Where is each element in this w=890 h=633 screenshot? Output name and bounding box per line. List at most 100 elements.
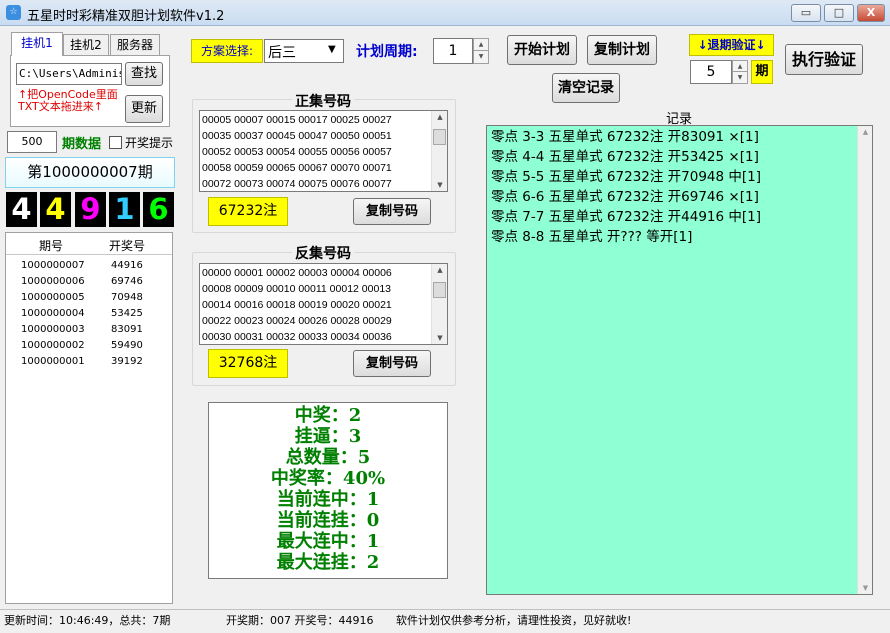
status-bar: 更新时间：10:46:49，总共：7期 开奖期：007 开奖号：44916 软件… bbox=[0, 609, 890, 633]
close-button[interactable]: X bbox=[857, 4, 885, 22]
record-line: 零点 6-6 五星单式 67232注 开69746 ×[1] bbox=[491, 189, 759, 205]
stat-current-win-streak: 当前连中：1 bbox=[276, 489, 380, 510]
list-item: 00035 00037 00045 00047 00050 00051 bbox=[202, 130, 392, 142]
scroll-down-icon[interactable]: ▼ bbox=[432, 181, 447, 189]
table-row[interactable]: 1000000002 59490 bbox=[6, 338, 172, 354]
scroll-up-icon[interactable]: ▲ bbox=[432, 113, 447, 121]
scrollbar[interactable]: ▲ ▼ bbox=[431, 264, 447, 344]
scroll-down-icon[interactable]: ▼ bbox=[432, 334, 447, 342]
maximize-button[interactable]: □ bbox=[824, 4, 854, 22]
scheme-selected: 后三 bbox=[268, 45, 296, 61]
list-item: 00000 00001 00002 00003 00004 00006 bbox=[202, 267, 392, 279]
positive-count: 67232注 bbox=[208, 197, 288, 226]
scroll-thumb[interactable] bbox=[433, 129, 446, 145]
record-line: 零点 8-8 五星单式 开??? 等开[1] bbox=[491, 229, 693, 245]
record-line: 零点 3-3 五星单式 67232注 开83091 ×[1] bbox=[491, 129, 759, 145]
stat-losses: 挂逼：3 bbox=[294, 426, 362, 447]
draw-digit-3: 9 bbox=[75, 192, 106, 227]
negative-number-list[interactable]: 00000 00001 00002 00003 00004 00006 0000… bbox=[199, 263, 448, 345]
draw-digit-1: 4 bbox=[6, 192, 37, 227]
scrollbar[interactable]: ▲ ▼ bbox=[431, 111, 447, 191]
tab-hangup-2[interactable]: 挂机2 bbox=[63, 34, 109, 55]
draw-digit-2: 4 bbox=[40, 192, 71, 227]
prize-hint-checkbox[interactable] bbox=[109, 136, 122, 149]
scheme-label: 方案选择: bbox=[191, 39, 263, 63]
backtest-stepper[interactable]: ▲ ▼ bbox=[732, 60, 748, 84]
stepper-up-icon[interactable]: ▲ bbox=[474, 39, 488, 51]
copy-negative-button[interactable]: 复制号码 bbox=[353, 350, 431, 377]
update-button[interactable]: 更新 bbox=[125, 95, 163, 123]
backtest-unit: 期 bbox=[751, 60, 773, 84]
stats-panel: 中奖：2 挂逼：3 总数量：5 中奖率：40% 当前连中：1 当前连挂：0 最大… bbox=[208, 402, 448, 579]
current-issue: 第1000000007期 bbox=[5, 157, 175, 188]
status-draw-info: 开奖期：007 开奖号：44916 bbox=[226, 614, 374, 627]
copy-positive-button[interactable]: 复制号码 bbox=[353, 198, 431, 225]
draw-digit-5: 6 bbox=[143, 192, 174, 227]
plan-period-input[interactable]: 1 bbox=[433, 38, 473, 64]
record-line: 零点 4-4 五星单式 67232注 开53425 ×[1] bbox=[491, 149, 759, 165]
status-disclaimer: 软件计划仅供参考分析，请理性投资，见好就收! bbox=[396, 614, 632, 627]
list-item: 00022 00023 00024 00026 00028 00029 bbox=[202, 315, 392, 327]
plan-period-label: 计划周期: bbox=[356, 44, 418, 60]
table-row[interactable]: 1000000007 44916 bbox=[6, 258, 172, 274]
stat-current-loss-streak: 当前连挂：0 bbox=[276, 510, 380, 531]
list-item: 00030 00031 00032 00033 00034 00036 bbox=[202, 331, 392, 343]
app-star-icon: ☆ bbox=[6, 5, 21, 20]
table-row[interactable]: 1000000006 69746 bbox=[6, 274, 172, 290]
tab-hangup-1[interactable]: 挂机1 bbox=[11, 32, 63, 56]
scroll-down-icon[interactable]: ▼ bbox=[858, 584, 873, 592]
col-issue-header[interactable]: 期号 bbox=[39, 237, 63, 254]
stepper-up-icon[interactable]: ▲ bbox=[733, 61, 747, 72]
history-table: 期号 开奖号 1000000007 44916 1000000006 69746 1… bbox=[5, 232, 173, 604]
scroll-thumb[interactable] bbox=[433, 282, 446, 298]
period-count-input[interactable]: 500 bbox=[7, 131, 57, 153]
positive-number-list[interactable]: 00005 00007 00015 00017 00025 00027 0003… bbox=[199, 110, 448, 192]
scroll-up-icon[interactable]: ▲ bbox=[858, 128, 873, 136]
plan-period-stepper[interactable]: ▲ ▼ bbox=[473, 38, 489, 64]
stepper-down-icon[interactable]: ▼ bbox=[474, 51, 488, 63]
copy-plan-button[interactable]: 复制计划 bbox=[587, 35, 657, 65]
minimize-button[interactable]: ▭ bbox=[791, 4, 821, 22]
drag-hint-line2: TXT文本拖进来↑ bbox=[18, 100, 103, 113]
history-header: 期号 开奖号 bbox=[6, 233, 172, 255]
scroll-up-icon[interactable]: ▲ bbox=[432, 266, 447, 274]
stat-total: 总数量：5 bbox=[285, 447, 371, 468]
scheme-select[interactable]: 后三 ▼ bbox=[264, 39, 344, 63]
negative-count: 32768注 bbox=[208, 349, 288, 378]
table-row[interactable]: 1000000004 53425 bbox=[6, 306, 172, 322]
clear-record-button[interactable]: 清空记录 bbox=[552, 73, 620, 103]
file-path-input[interactable]: C:\Users\Administ bbox=[16, 63, 122, 85]
stat-wins: 中奖：2 bbox=[294, 405, 362, 426]
list-item: 00072 00073 00074 00075 00076 00077 bbox=[202, 178, 392, 190]
record-panel[interactable]: 零点 3-3 五星单式 67232注 开83091 ×[1] 零点 4-4 五星… bbox=[486, 125, 873, 595]
table-row[interactable]: 1000000003 83091 bbox=[6, 322, 172, 338]
stepper-down-icon[interactable]: ▼ bbox=[733, 72, 747, 83]
backtest-label: ↓退期验证↓ bbox=[689, 34, 774, 56]
table-row[interactable]: 1000000001 39192 bbox=[6, 354, 172, 370]
prize-hint-label: 开奖提示 bbox=[125, 136, 174, 150]
list-item: 00008 00009 00010 00011 00012 00013 bbox=[202, 283, 391, 295]
stat-max-loss-streak: 最大连挂：2 bbox=[276, 552, 380, 573]
stat-win-rate: 中奖率：40% bbox=[270, 468, 386, 489]
backtest-periods-input[interactable]: 5 bbox=[690, 60, 732, 84]
window-title: 五星时时彩精准双胆计划软件v1.2 bbox=[27, 9, 225, 24]
chevron-down-icon[interactable]: ▼ bbox=[328, 44, 336, 55]
record-line: 零点 5-5 五星单式 67232注 开70948 中[1] bbox=[491, 169, 762, 185]
tab-server[interactable]: 服务器 bbox=[110, 34, 160, 55]
negative-set-title: 反集号码 bbox=[292, 243, 354, 263]
stat-max-win-streak: 最大连中：1 bbox=[276, 531, 380, 552]
record-line: 零点 7-7 五星单式 67232注 开44916 中[1] bbox=[491, 209, 762, 225]
positive-set-title: 正集号码 bbox=[292, 91, 354, 111]
record-list[interactable]: 零点 3-3 五星单式 67232注 开83091 ×[1] 零点 4-4 五星… bbox=[487, 126, 857, 594]
list-item: 00005 00007 00015 00017 00025 00027 bbox=[202, 114, 392, 126]
start-plan-button[interactable]: 开始计划 bbox=[507, 35, 577, 65]
find-button[interactable]: 查找 bbox=[125, 62, 163, 86]
status-update-time: 更新时间：10:46:49，总共：7期 bbox=[4, 614, 171, 627]
scrollbar[interactable]: ▲ ▼ bbox=[857, 126, 872, 594]
col-number-header[interactable]: 开奖号 bbox=[109, 237, 145, 254]
execute-verify-button[interactable]: 执行验证 bbox=[785, 44, 863, 75]
draw-digit-4: 1 bbox=[109, 192, 140, 227]
table-row[interactable]: 1000000005 70948 bbox=[6, 290, 172, 306]
period-data-label: 期数据 bbox=[62, 137, 102, 152]
list-item: 00052 00053 00054 00055 00056 00057 bbox=[202, 146, 392, 158]
